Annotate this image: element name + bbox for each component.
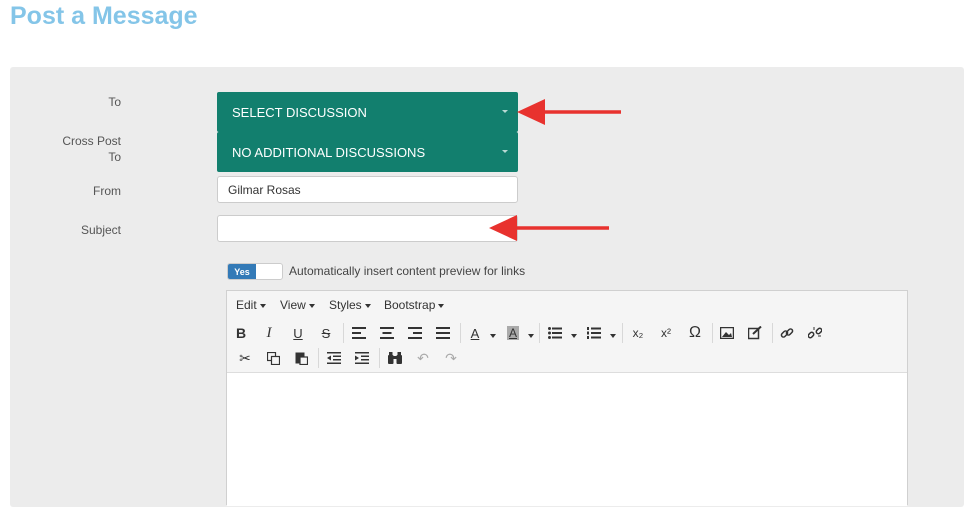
- bullet-list-icon[interactable]: [544, 323, 566, 343]
- chevron-down-icon: [364, 303, 371, 308]
- toolbar-divider: [539, 323, 540, 343]
- redo-icon[interactable]: ↷: [440, 348, 462, 368]
- text-color-glyph: A: [470, 325, 480, 341]
- subscript-icon[interactable]: x₂: [627, 323, 649, 343]
- text-color-icon[interactable]: A: [464, 323, 486, 343]
- background-color-icon[interactable]: A: [502, 323, 524, 343]
- chevron-down-icon: [438, 303, 445, 308]
- subject-input[interactable]: [217, 215, 518, 242]
- unlink-icon[interactable]: [804, 323, 826, 343]
- special-character-icon[interactable]: Ω: [684, 323, 706, 343]
- toolbar-divider: [460, 323, 461, 343]
- annotation-arrow-icon: [489, 215, 609, 241]
- bold-glyph: B: [235, 325, 247, 341]
- cross-post-label-line2: To: [108, 150, 121, 164]
- subscript-glyph: x₂: [632, 326, 644, 340]
- editor-menubar: Edit View Styles Bootstrap: [227, 291, 907, 318]
- find-icon[interactable]: [384, 348, 406, 368]
- chevron-down-icon: [308, 303, 315, 308]
- toolbar-divider: [318, 348, 319, 368]
- toolbar-divider: [712, 323, 713, 343]
- bold-icon[interactable]: B: [230, 323, 252, 343]
- page-title: Post a Message: [10, 2, 198, 30]
- link-icon[interactable]: [776, 323, 798, 343]
- superscript-glyph: x²: [661, 326, 671, 340]
- underline-icon[interactable]: U: [287, 323, 309, 343]
- menu-styles-label: Styles: [329, 298, 362, 312]
- menu-edit-label: Edit: [236, 298, 257, 312]
- menu-view[interactable]: View: [280, 298, 315, 312]
- toggle-on-label: Yes: [228, 264, 256, 279]
- chevron-down-icon[interactable]: [490, 334, 496, 338]
- align-center-icon[interactable]: [376, 323, 398, 343]
- to-discussion-select[interactable]: SELECT DISCUSSION: [217, 92, 518, 132]
- chevron-down-icon[interactable]: [571, 334, 577, 338]
- link-preview-toggle[interactable]: Yes: [227, 263, 283, 280]
- from-label: From: [93, 184, 121, 198]
- italic-icon[interactable]: I: [258, 323, 280, 343]
- menu-bootstrap[interactable]: Bootstrap: [384, 298, 445, 312]
- chevron-down-icon[interactable]: [528, 334, 534, 338]
- superscript-icon[interactable]: x²: [655, 323, 677, 343]
- align-right-icon[interactable]: [404, 323, 426, 343]
- paste-icon[interactable]: [290, 348, 312, 368]
- align-left-icon[interactable]: [348, 323, 370, 343]
- toolbar-divider: [622, 323, 623, 343]
- from-input[interactable]: [217, 176, 518, 203]
- menu-view-label: View: [280, 298, 306, 312]
- chevron-down-icon: [502, 150, 508, 153]
- align-justify-icon[interactable]: [432, 323, 454, 343]
- annotation-arrow-icon: [517, 99, 621, 125]
- cross-post-select-value: NO ADDITIONAL DISCUSSIONS: [232, 144, 426, 160]
- toolbar-divider: [772, 323, 773, 343]
- underline-glyph: U: [293, 325, 303, 341]
- edit-source-icon[interactable]: [744, 323, 766, 343]
- special-character-glyph: Ω: [689, 324, 701, 341]
- strikethrough-icon[interactable]: S: [315, 323, 337, 343]
- editor-content-area[interactable]: [227, 373, 907, 506]
- italic-glyph: I: [266, 324, 272, 341]
- toolbar-divider: [343, 323, 344, 343]
- copy-icon[interactable]: [262, 348, 284, 368]
- chevron-down-icon[interactable]: [610, 334, 616, 338]
- outdent-icon[interactable]: [323, 348, 345, 368]
- numbered-list-icon[interactable]: [583, 323, 605, 343]
- to-label: To: [108, 95, 121, 109]
- toolbar-divider: [379, 348, 380, 368]
- cross-post-select[interactable]: NO ADDITIONAL DISCUSSIONS: [217, 132, 518, 172]
- to-discussion-select-value: SELECT DISCUSSION: [232, 104, 367, 120]
- rich-text-editor: Edit View Styles Bootstrap B I U S A A x…: [226, 290, 908, 506]
- cross-post-label-line1: Cross Post: [62, 134, 121, 148]
- cut-icon[interactable]: ✂: [234, 348, 256, 368]
- menu-edit[interactable]: Edit: [236, 298, 266, 312]
- undo-icon[interactable]: ↶: [412, 348, 434, 368]
- background-color-glyph: A: [506, 326, 519, 340]
- cross-post-label: Cross Post To: [40, 133, 121, 165]
- menu-bootstrap-label: Bootstrap: [384, 298, 436, 312]
- image-icon[interactable]: [716, 323, 738, 343]
- link-preview-toggle-label: Automatically insert content preview for…: [289, 264, 526, 278]
- menu-styles[interactable]: Styles: [329, 298, 371, 312]
- chevron-down-icon: [259, 303, 266, 308]
- indent-icon[interactable]: [351, 348, 373, 368]
- strikethrough-glyph: S: [321, 325, 331, 341]
- chevron-down-icon: [502, 110, 508, 113]
- subject-label: Subject: [80, 223, 121, 237]
- editor-toolbar: B I U S A A x₂ x² Ω ✂ ↶ ↷: [227, 318, 907, 373]
